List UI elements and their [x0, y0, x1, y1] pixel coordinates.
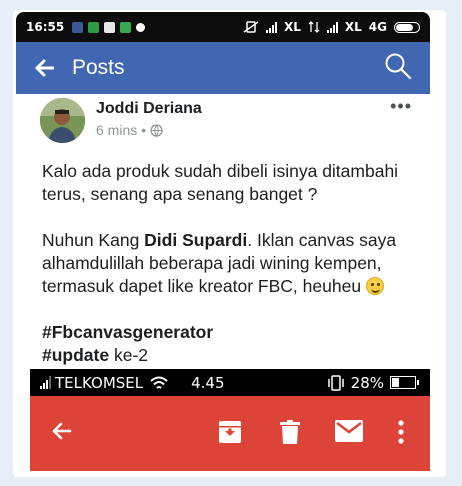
battery-icon-2 — [390, 376, 419, 389]
mail-icon — [335, 420, 363, 442]
paragraph-2-start: Nuhun Kang — [42, 230, 145, 250]
status-time: 16:55 — [26, 20, 65, 34]
mention-link[interactable]: Didi Supardi — [144, 230, 247, 250]
avatar[interactable] — [40, 98, 85, 143]
app-notification-icon — [88, 21, 100, 33]
page-title: Posts — [72, 56, 125, 79]
gmail-action-bar — [30, 396, 430, 471]
more-options-button[interactable] — [398, 420, 404, 449]
bottom-status-bar: TELKOMSEL 4.45 28% — [30, 369, 430, 396]
back-button[interactable] — [16, 53, 72, 84]
signal-icon-2 — [326, 21, 338, 33]
network-type: 4G — [368, 20, 387, 34]
app-notification-icon-2 — [120, 21, 132, 33]
profile-photo — [40, 98, 85, 143]
vibrate-mute-icon — [243, 21, 259, 33]
bottom-status-right: 28% — [327, 373, 419, 392]
vibrate-icon — [327, 374, 344, 391]
app-bar: Posts — [16, 42, 430, 94]
smile-emoji-icon — [365, 277, 384, 295]
device-time: 4.45 — [191, 373, 225, 392]
carrier-1: XL — [283, 20, 301, 34]
meta-separator: • — [141, 122, 147, 138]
signal-icon-3 — [40, 376, 51, 389]
globe-icon — [150, 123, 163, 137]
post-paragraph-1: Kalo ada produk sudah dibeli isinya dita… — [42, 161, 399, 204]
battery-icon — [394, 21, 420, 33]
data-transfer-icon — [308, 21, 320, 33]
image-notification-icon — [104, 21, 116, 33]
archive-button[interactable] — [218, 420, 242, 449]
search-icon — [385, 53, 412, 79]
hashtag-line-2: #update ke-2 — [42, 344, 420, 367]
carrier-2: XL — [344, 20, 362, 34]
archive-icon — [219, 421, 241, 443]
hashtag-link-2[interactable]: #update — [42, 345, 109, 365]
mark-unread-button[interactable] — [335, 420, 363, 447]
facebook-notification-icon — [72, 21, 84, 33]
post-more-button[interactable]: ••• — [390, 96, 412, 117]
carrier-name: TELKOMSEL — [55, 373, 144, 392]
hashtag-line-1: #Fbcanvasgenerator — [42, 321, 420, 344]
delete-button[interactable] — [279, 420, 301, 449]
wifi-icon — [150, 376, 168, 389]
hashtag-link-1[interactable]: #Fbcanvasgenerator — [42, 322, 213, 342]
post-header: Joddi Deriana 6 mins • ••• — [40, 96, 420, 143]
trash-icon — [280, 420, 300, 444]
more-vert-icon — [398, 420, 404, 444]
arrow-left-icon — [35, 59, 55, 76]
post-time[interactable]: 6 mins — [96, 122, 137, 138]
circle-notification-icon — [136, 22, 146, 32]
status-right: XL XL 4G — [243, 20, 420, 34]
post-paragraph-2: Nuhun Kang Didi Supardi. Iklan canvas sa… — [42, 229, 420, 298]
post-meta: 6 mins • — [96, 122, 163, 138]
search-button[interactable] — [384, 52, 412, 85]
gmail-back-button[interactable] — [50, 420, 72, 447]
post-author[interactable]: Joddi Deriana — [96, 100, 202, 118]
back-arrow-icon — [52, 422, 72, 440]
top-status-bar: 16:55 XL XL 4G — [16, 12, 430, 42]
hashtag-suffix: ke-2 — [109, 345, 149, 365]
battery-percent: 28% — [350, 373, 384, 392]
signal-icon — [265, 21, 277, 33]
post-body: Kalo ada produk sudah dibeli isinya dita… — [42, 160, 420, 367]
